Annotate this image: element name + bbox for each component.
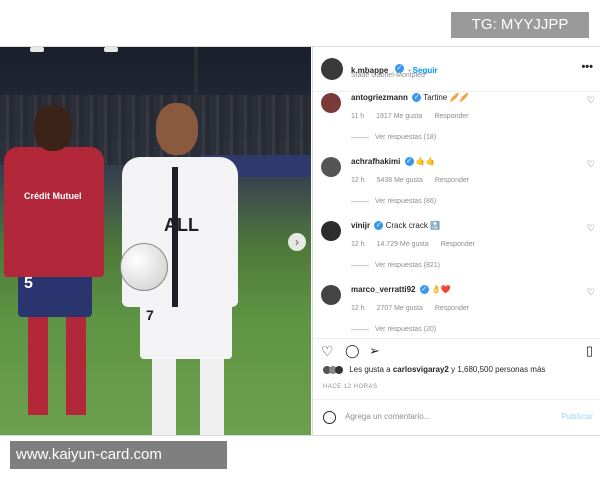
comment-likes[interactable]: 2707 Me gusta: [377, 305, 423, 312]
likes-user[interactable]: carlosvigaray2: [393, 365, 449, 374]
comment-username[interactable]: antogriezmann: [351, 93, 408, 102]
post-panel: k.mbappe ✓ • Seguir Stade Gabriel-Montpi…: [312, 47, 600, 435]
comment-text: 👌❤️: [430, 285, 451, 294]
bookmark-icon[interactable]: ▯: [586, 343, 593, 359]
comment-text: Tartine 🥖🥖: [423, 93, 470, 102]
like-heart-icon[interactable]: ♡: [587, 287, 595, 298]
comment-meta: 12 h 2707 Me gusta Responder: [351, 305, 479, 312]
post-actions: ♡ ◯ ➢ ▯: [313, 338, 600, 359]
watermark-bottom: www.kaiyun-card.com: [10, 441, 227, 469]
floodlight-right: [104, 47, 118, 52]
view-replies-button[interactable]: Ver respuestas (18): [351, 134, 436, 141]
emoji-icon[interactable]: [323, 411, 336, 424]
player-left-head: [34, 105, 72, 151]
comment-avatar[interactable]: [321, 221, 341, 241]
watermark-top: TG: MYYJJPP: [451, 12, 589, 38]
player-right-leg: [200, 357, 224, 435]
comment-text: Crack crack 🔝: [385, 221, 441, 230]
comment-text-line: achrafhakimi ✓ 🤙🤙: [351, 157, 436, 167]
view-replies-button[interactable]: Ver respuestas (20): [351, 326, 436, 333]
jersey-sponsor-text: ALL: [164, 215, 199, 235]
reply-button[interactable]: Responder: [435, 305, 469, 312]
verified-icon: ✓: [404, 157, 414, 167]
comment-text-line: marco_verratti92 ✓ 👌❤️: [351, 285, 451, 295]
author-avatar[interactable]: [321, 58, 343, 80]
comment-time: 12 h: [351, 241, 365, 248]
comment-avatar[interactable]: [321, 157, 341, 177]
player-left-jersey: Crédit Mutuel: [4, 147, 104, 277]
comment-username[interactable]: achrafhakimi: [351, 157, 400, 166]
likes-count[interactable]: y 1,680,500 personas más: [451, 365, 545, 374]
comment-meta: 12 h 5438 Me gusta Responder: [351, 177, 479, 184]
post-header: k.mbappe ✓ • Seguir Stade Gabriel-Montpi…: [313, 47, 600, 92]
likes-summary: Les gusta a carlosvigaray2 y 1,680,500 p…: [323, 365, 545, 374]
player-left-leg: [66, 315, 86, 415]
post-timestamp: HACE 12 HORAS: [323, 384, 378, 390]
comment-avatar[interactable]: [321, 285, 341, 305]
comment-time: 12 h: [351, 177, 365, 184]
view-replies-button[interactable]: Ver respuestas (86): [351, 198, 436, 205]
player-left-leg: [28, 315, 48, 415]
view-replies-button[interactable]: Ver respuestas (821): [351, 262, 440, 269]
like-heart-icon[interactable]: ♡: [587, 159, 595, 170]
comment-likes[interactable]: 14.729 Me gusta: [377, 241, 429, 248]
verified-icon: ✓: [374, 221, 384, 231]
jersey-sponsor-text: Crédit Mutuel: [24, 191, 82, 201]
comment-text: 🤙🤙: [415, 157, 436, 166]
post-location[interactable]: Stade Gabriel-Montpied: [351, 72, 425, 79]
player-right-shorts: 7: [140, 303, 232, 359]
like-heart-icon[interactable]: ♡: [587, 95, 595, 106]
next-image-button[interactable]: ›: [288, 233, 306, 251]
liker-avatar: [335, 365, 343, 374]
comment-username[interactable]: marco_verratti92: [351, 285, 415, 294]
player-left-number: 5: [24, 275, 33, 292]
match-ball: [120, 243, 168, 291]
player-right-leg: [152, 357, 176, 435]
floodlight-left: [30, 47, 44, 52]
comment-likes[interactable]: 1917 Me gusta: [376, 113, 422, 120]
comment-bubble-icon[interactable]: ◯: [345, 343, 360, 359]
reply-button[interactable]: Responder: [435, 177, 469, 184]
verified-icon: ✓: [412, 93, 422, 103]
post-frame: 5 Crédit Mutuel 7 ALL › k.mbappe ✓ • Seg…: [0, 46, 600, 436]
jersey-stripe: [172, 167, 178, 307]
comment-username[interactable]: vinijr: [351, 221, 370, 230]
reply-button[interactable]: Responder: [441, 241, 475, 248]
like-heart-icon[interactable]: ♡: [321, 343, 334, 360]
comment-text-line: antogriezmann ✓ Tartine 🥖🥖: [351, 93, 470, 103]
comment-text-line: vinijr ✓ Crack crack 🔝: [351, 221, 441, 231]
verified-icon: ✓: [419, 285, 429, 295]
more-dots-icon[interactable]: •••: [581, 61, 593, 73]
player-right-head: [156, 103, 198, 155]
publish-button[interactable]: Publicar: [561, 412, 593, 421]
comment-avatar[interactable]: [321, 93, 341, 113]
comment-meta: 12 h 14.729 Me gusta Responder: [351, 241, 485, 248]
comment-time: 11 h: [351, 113, 365, 120]
comment-input[interactable]: Agrega un comentario...: [345, 412, 430, 421]
comment-box: Agrega un comentario... Publicar: [313, 399, 600, 436]
player-right-number: 7: [146, 307, 154, 323]
comment-meta: 11 h 1917 Me gusta Responder: [351, 113, 479, 120]
share-send-icon[interactable]: ➢: [369, 343, 380, 359]
comment-time: 12 h: [351, 305, 365, 312]
reply-button[interactable]: Responder: [434, 113, 468, 120]
likes-prefix: Les gusta a: [349, 365, 391, 374]
comment-likes[interactable]: 5438 Me gusta: [377, 177, 423, 184]
like-heart-icon[interactable]: ♡: [587, 223, 595, 234]
post-photo[interactable]: 5 Crédit Mutuel 7 ALL ›: [0, 47, 311, 435]
